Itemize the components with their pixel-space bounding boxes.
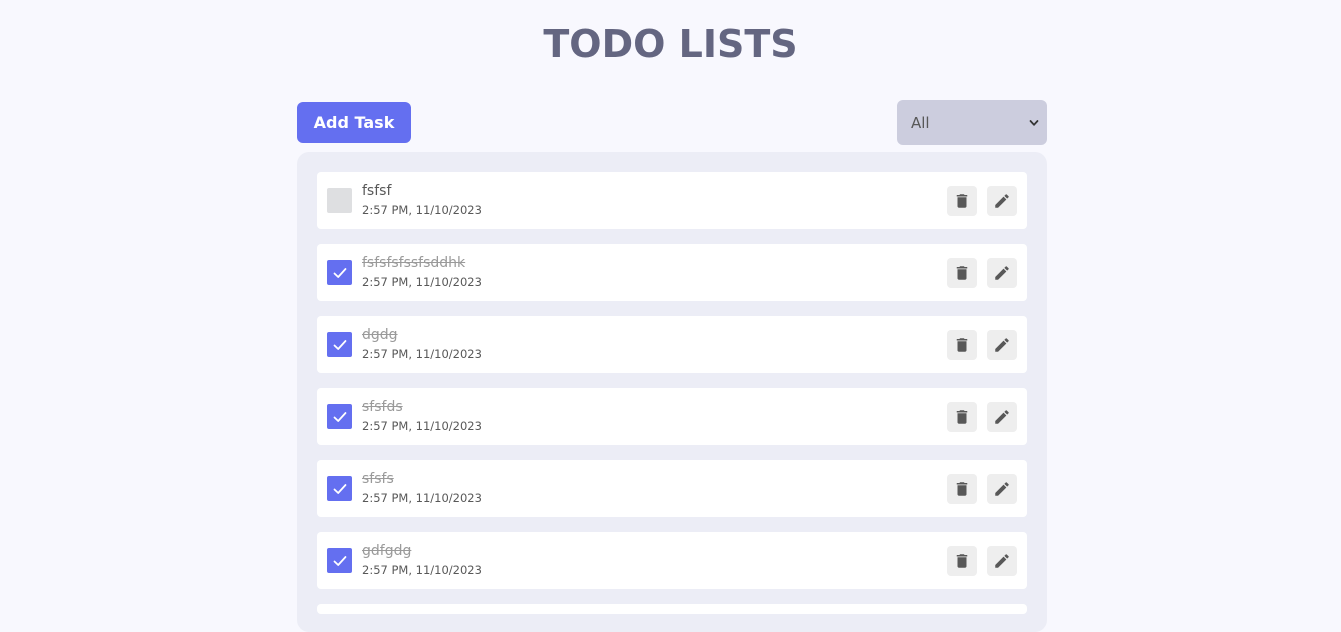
todo-timestamp: 2:57 PM, 11/10/2023 bbox=[362, 203, 482, 217]
todo-text: gdfgdg bbox=[362, 543, 412, 559]
trash-icon bbox=[956, 410, 968, 424]
todo-checkbox[interactable] bbox=[327, 332, 352, 357]
edit-button[interactable] bbox=[987, 186, 1017, 216]
todo-checkbox[interactable] bbox=[327, 476, 352, 501]
todo-item-partial bbox=[317, 604, 1027, 614]
todo-text: fsfsf bbox=[362, 183, 392, 199]
todo-list-panel: fsfsf 2:57 PM, 11/10/2023 fsfsfsfssfsddh… bbox=[297, 152, 1047, 632]
delete-button[interactable] bbox=[947, 546, 977, 576]
checkmark-icon bbox=[333, 267, 346, 278]
delete-button[interactable] bbox=[947, 186, 977, 216]
todo-item: fsfsf 2:57 PM, 11/10/2023 bbox=[317, 172, 1027, 229]
filter-selected-value: All bbox=[911, 113, 930, 132]
checkmark-icon bbox=[333, 411, 346, 422]
todo-text: sfsfds bbox=[362, 399, 403, 415]
page-title: TODO LISTS bbox=[543, 22, 798, 66]
pencil-icon bbox=[995, 338, 1009, 352]
pencil-icon bbox=[995, 266, 1009, 280]
add-task-button[interactable]: Add Task bbox=[297, 102, 411, 143]
trash-icon bbox=[956, 554, 968, 568]
todo-timestamp: 2:57 PM, 11/10/2023 bbox=[362, 491, 482, 505]
pencil-icon bbox=[995, 482, 1009, 496]
checkmark-icon bbox=[333, 555, 346, 566]
trash-icon bbox=[956, 266, 968, 280]
delete-button[interactable] bbox=[947, 258, 977, 288]
todo-checkbox[interactable] bbox=[327, 260, 352, 285]
edit-button[interactable] bbox=[987, 402, 1017, 432]
pencil-icon bbox=[995, 410, 1009, 424]
todo-timestamp: 2:57 PM, 11/10/2023 bbox=[362, 275, 482, 289]
todo-text: sfsfs bbox=[362, 471, 394, 487]
edit-button[interactable] bbox=[987, 330, 1017, 360]
todo-text: dgdg bbox=[362, 327, 398, 343]
todo-checkbox[interactable] bbox=[327, 404, 352, 429]
delete-button[interactable] bbox=[947, 402, 977, 432]
edit-button[interactable] bbox=[987, 546, 1017, 576]
todo-timestamp: 2:57 PM, 11/10/2023 bbox=[362, 563, 482, 577]
todo-checkbox[interactable] bbox=[327, 548, 352, 573]
edit-button[interactable] bbox=[987, 474, 1017, 504]
status-filter-select[interactable]: All bbox=[897, 100, 1047, 145]
checkmark-icon bbox=[333, 339, 346, 350]
checkmark-icon bbox=[333, 483, 346, 494]
todo-timestamp: 2:57 PM, 11/10/2023 bbox=[362, 347, 482, 361]
trash-icon bbox=[956, 482, 968, 496]
pencil-icon bbox=[995, 194, 1009, 208]
trash-icon bbox=[956, 338, 968, 352]
trash-icon bbox=[956, 194, 968, 208]
todo-item: sfsfds 2:57 PM, 11/10/2023 bbox=[317, 388, 1027, 445]
delete-button[interactable] bbox=[947, 330, 977, 360]
todo-timestamp: 2:57 PM, 11/10/2023 bbox=[362, 419, 482, 433]
todo-text: fsfsfsfssfsddhk bbox=[362, 255, 466, 271]
todo-checkbox[interactable] bbox=[327, 188, 352, 213]
edit-button[interactable] bbox=[987, 258, 1017, 288]
pencil-icon bbox=[995, 554, 1009, 568]
chevron-down-icon bbox=[1029, 119, 1039, 126]
todo-item: sfsfs 2:57 PM, 11/10/2023 bbox=[317, 460, 1027, 517]
delete-button[interactable] bbox=[947, 474, 977, 504]
todo-item: dgdg 2:57 PM, 11/10/2023 bbox=[317, 316, 1027, 373]
todo-item: fsfsfsfssfsddhk 2:57 PM, 11/10/2023 bbox=[317, 244, 1027, 301]
todo-item: gdfgdg 2:57 PM, 11/10/2023 bbox=[317, 532, 1027, 589]
